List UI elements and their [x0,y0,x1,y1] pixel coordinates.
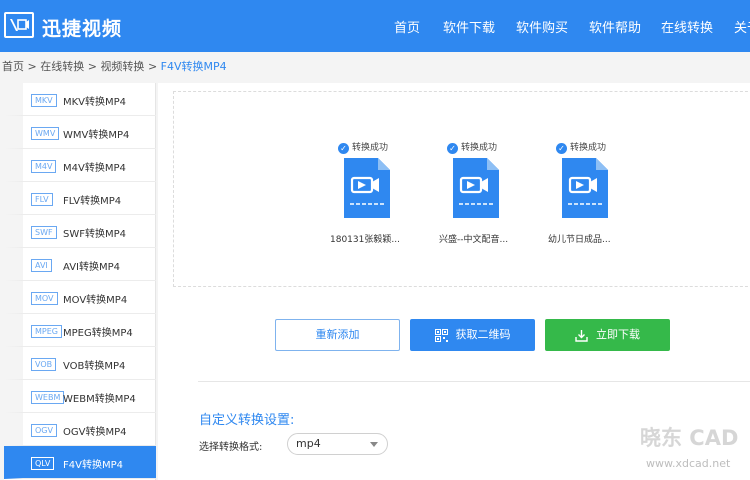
check-icon: ✓ [447,143,458,154]
breadcrumb-separator: > [147,60,158,73]
nav-software-help[interactable]: 软件帮助 [589,17,641,36]
sidebar-item-label: MKV转换MP4 [63,97,127,108]
sidebar-item-flv[interactable]: FLV FLV转换MP4 [4,182,156,215]
breadcrumb: 首页 > 在线转换 > 视频转换 > F4V转换MP4 [0,52,750,82]
site-watermark: 晓东 CAD www.xdcad.net [640,422,748,476]
nav-home[interactable]: 首页 [394,17,420,36]
file-dropzone[interactable]: ✓ 转换成功 180131张毅颖... ✓ 转换成功 兴盛--中文配音... ✓… [173,91,750,287]
format-badge: MKV [31,94,57,107]
sidebar-item-swf[interactable]: SWF SWF转换MP4 [4,215,156,248]
breadcrumb-separator: > [87,60,97,73]
readd-label: 重新添加 [315,328,360,341]
file-item[interactable]: ✓ 转换成功 兴盛--中文配音... [439,140,535,260]
sidebar-item-mkv[interactable]: MKV MKV转换MP4 [4,83,156,116]
convert-status: ✓ 转换成功 [338,140,388,154]
sidebar-item-label: WEBM转换MP4 [63,394,136,405]
file-name: 幼儿节日成品... [548,235,611,245]
format-badge: WEBM [31,391,65,404]
status-text: 转换成功 [570,143,607,153]
format-label: 选择转换格式: [199,442,263,453]
format-badge: FLV [31,193,53,206]
download-label: 立即下载 [596,328,640,341]
format-badge: QLV [31,457,55,470]
watermark-logo-text: 晓东 CAD [640,426,739,450]
file-item[interactable]: ✓ 转换成功 180131张毅颖... [330,140,426,260]
chevron-down-icon [370,442,378,447]
check-icon: ✓ [556,143,567,154]
brand-name[interactable]: 迅捷视频 [42,14,122,41]
format-select[interactable]: mp4 [287,433,388,455]
file-item[interactable]: ✓ 转换成功 幼儿节日成品... [548,140,644,260]
sidebar-item-ogv[interactable]: OGV OGV转换MP4 [4,413,156,446]
sidebar-item-vob[interactable]: VOB VOB转换MP4 [4,347,156,380]
download-icon [575,329,588,342]
format-badge: OGV [31,424,57,437]
format-badge: AVI [31,259,52,272]
file-name: 180131张毅颖... [330,235,400,245]
format-badge: MPEG [31,325,62,338]
format-badge: MOV [31,292,58,305]
status-text: 转换成功 [461,143,498,153]
sidebar-item-label: MPEG转换MP4 [63,328,133,339]
sidebar-item-label: OGV转换MP4 [63,427,127,438]
section-divider [198,381,750,382]
qrcode-icon [434,328,448,342]
sidebar-item-f4v[interactable]: QLV F4V转换MP4 [4,446,156,479]
sidebar-item-label: MOV转换MP4 [63,295,128,306]
video-file-icon [344,158,390,218]
sidebar-item-mov[interactable]: MOV MOV转换MP4 [4,281,156,314]
video-file-icon [453,158,499,218]
sidebar-item-label: WMV转换MP4 [63,130,130,141]
top-header: 迅捷视频 首页 软件下载 软件购买 软件帮助 在线转换 关于 [0,0,750,52]
app-logo-icon[interactable] [4,12,34,38]
watermark-url: www.xdcad.net [646,457,731,470]
sidebar-item-mpeg[interactable]: MPEG MPEG转换MP4 [4,314,156,347]
format-sidebar: MKV MKV转换MP4 WMV WMV转换MP4 M4V M4V转换MP4 F… [4,83,156,480]
breadcrumb-current: F4V转换MP4 [160,60,227,73]
get-qrcode-button[interactable]: 获取二维码 [410,319,535,351]
breadcrumb-separator: > [27,60,37,73]
sidebar-item-label: VOB转换MP4 [63,361,126,372]
breadcrumb-online-convert[interactable]: 在线转换 [40,60,84,73]
sidebar-item-label: FLV转换MP4 [63,196,122,207]
format-badge: WMV [31,127,60,140]
format-value: mp4 [296,437,321,450]
download-now-button[interactable]: 立即下载 [545,319,670,351]
sidebar-item-m4v[interactable]: M4V M4V转换MP4 [4,149,156,182]
file-name: 兴盛--中文配音... [439,235,509,245]
nav-about[interactable]: 关于 [734,17,750,36]
sidebar-item-label: AVI转换MP4 [63,262,121,273]
nav-online-convert[interactable]: 在线转换 [661,17,713,36]
qrcode-label: 获取二维码 [455,328,511,341]
convert-status: ✓ 转换成功 [447,140,497,154]
breadcrumb-video-convert[interactable]: 视频转换 [100,60,144,73]
readd-button[interactable]: 重新添加 [275,319,400,351]
format-badge: M4V [31,160,57,173]
breadcrumb-home[interactable]: 首页 [2,60,24,73]
video-file-icon [562,158,608,218]
format-badge: SWF [31,226,57,239]
sidebar-item-label: M4V转换MP4 [63,163,126,174]
sidebar-item-webm[interactable]: WEBM WEBM转换MP4 [4,380,156,413]
sidebar-item-label: F4V转换MP4 [63,460,123,471]
sidebar-item-label: SWF转换MP4 [63,229,127,240]
check-icon: ✓ [338,143,349,154]
nav-software-purchase[interactable]: 软件购买 [516,17,568,36]
sidebar-item-wmv[interactable]: WMV WMV转换MP4 [4,116,156,149]
sidebar-item-avi[interactable]: AVI AVI转换MP4 [4,248,156,281]
main-panel: ✓ 转换成功 180131张毅颖... ✓ 转换成功 兴盛--中文配音... ✓… [158,83,750,480]
nav-software-download[interactable]: 软件下载 [443,17,495,36]
convert-status: ✓ 转换成功 [556,140,606,154]
settings-title: 自定义转换设置: [199,413,295,428]
status-text: 转换成功 [352,143,389,153]
format-badge: VOB [31,358,57,371]
